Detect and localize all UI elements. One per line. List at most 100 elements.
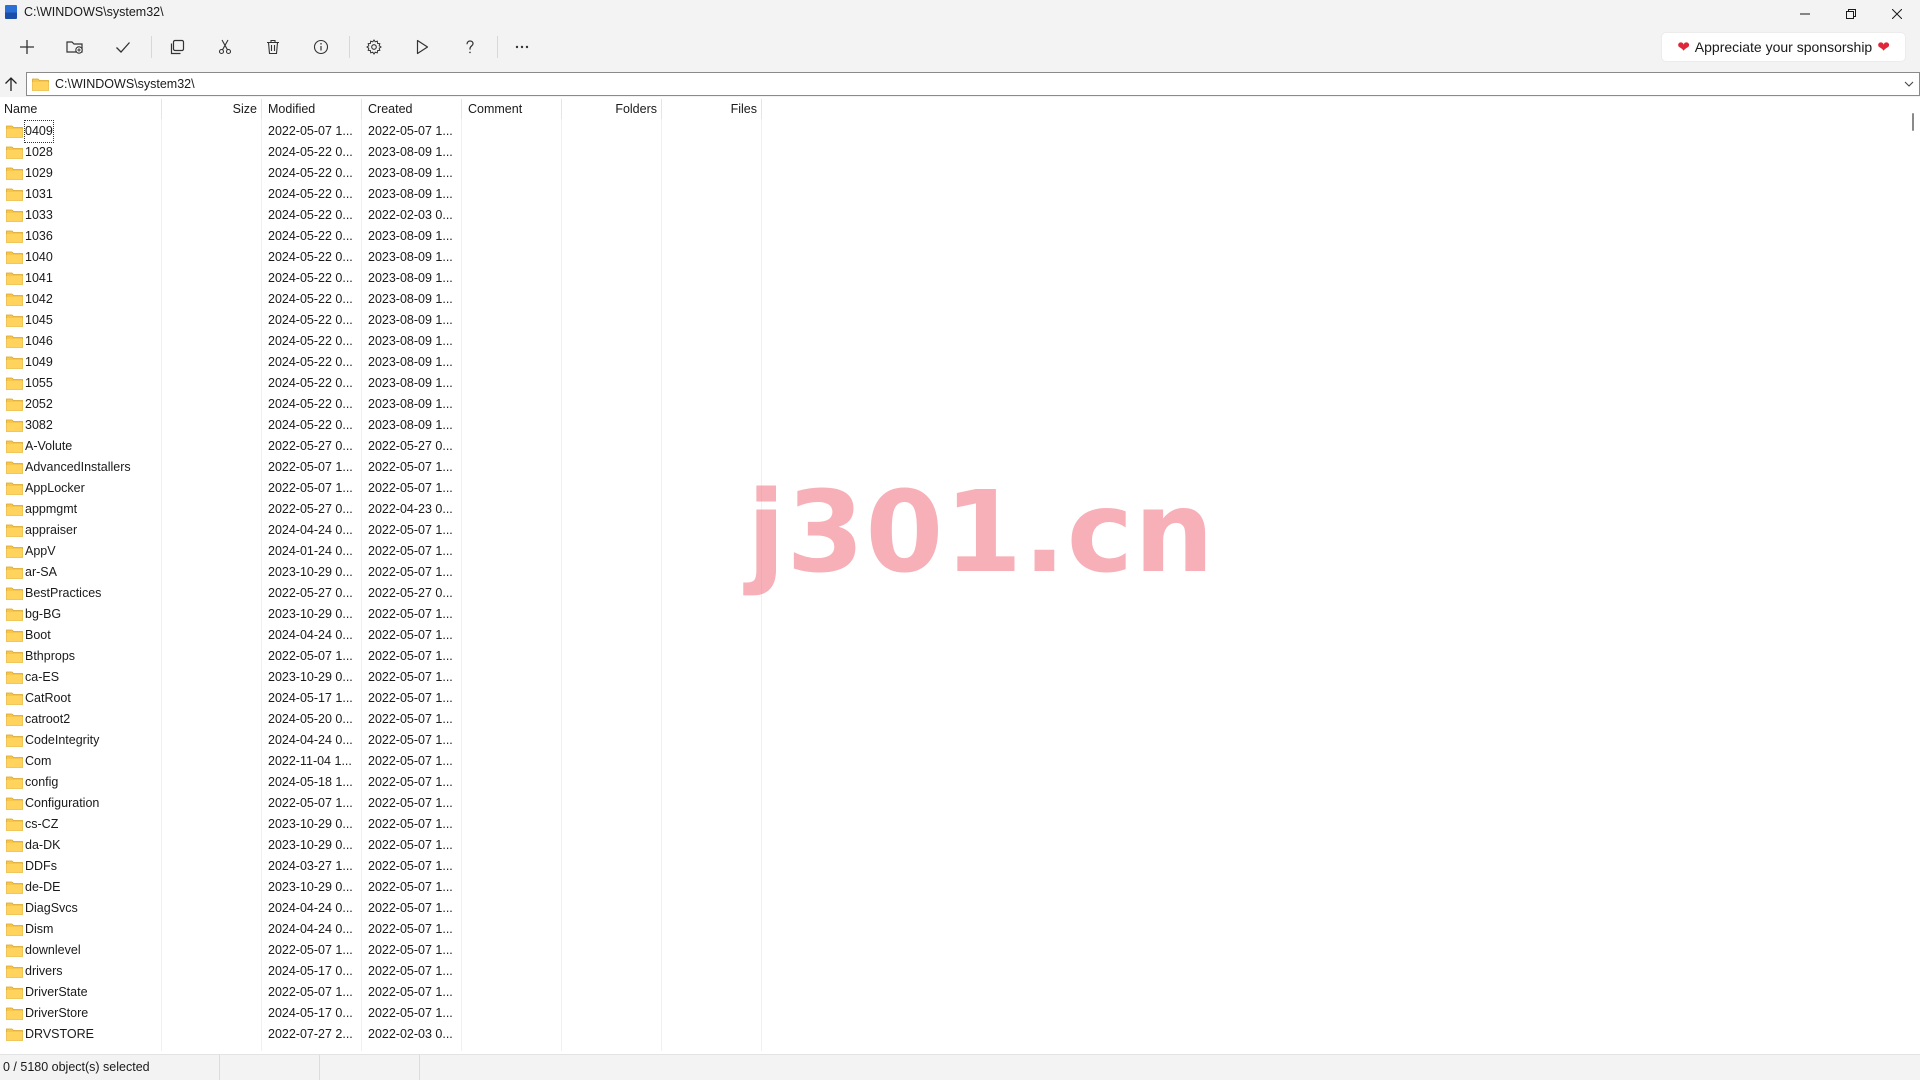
vertical-scrollbar[interactable] bbox=[1904, 97, 1920, 1051]
file-name: DRVSTORE bbox=[25, 1027, 95, 1041]
cut-button[interactable] bbox=[207, 31, 243, 63]
folder-icon bbox=[6, 881, 23, 894]
list-item[interactable]: Configuration 2022-05-07 1... 2022-05-07 1… bbox=[0, 793, 762, 814]
list-item[interactable]: DriverState 2022-05-07 1... 2022-05-07 1..… bbox=[0, 982, 762, 1003]
list-item[interactable]: catroot2 2024-05-20 0... 2022-05-07 1... bbox=[0, 709, 762, 730]
folder-icon bbox=[6, 188, 23, 201]
modified-date: 2024-05-22 0... bbox=[268, 376, 353, 390]
list-item[interactable]: da-DK 2023-10-29 0... 2022-05-07 1... bbox=[0, 835, 762, 856]
file-name: DriverStore bbox=[25, 1006, 89, 1020]
list-item-name-cell: bg-BG bbox=[6, 604, 61, 625]
list-item[interactable]: CodeIntegrity 2024-04-24 0... 2022-05-07 1… bbox=[0, 730, 762, 751]
created-date: 2022-05-07 1... bbox=[368, 880, 453, 894]
file-name: Dism bbox=[25, 922, 54, 936]
file-name: da-DK bbox=[25, 838, 61, 852]
file-name: A-Volute bbox=[25, 439, 73, 453]
modified-date: 2024-05-22 0... bbox=[268, 145, 353, 159]
list-item[interactable]: config 2024-05-18 1... 2022-05-07 1... bbox=[0, 772, 762, 793]
folder-icon bbox=[6, 839, 23, 852]
list-item[interactable]: de-DE 2023-10-29 0... 2022-05-07 1... bbox=[0, 877, 762, 898]
list-item[interactable]: 1031 2024-05-22 0... 2023-08-09 1... bbox=[0, 184, 762, 205]
sponsor-button[interactable]: ❤ Appreciate your sponsorship ❤ bbox=[1661, 32, 1906, 62]
column-comment[interactable]: Comment bbox=[462, 99, 562, 119]
list-item[interactable]: 1036 2024-05-22 0... 2023-08-09 1... bbox=[0, 226, 762, 247]
list-item[interactable]: 1046 2024-05-22 0... 2023-08-09 1... bbox=[0, 331, 762, 352]
scrollbar-thumb[interactable] bbox=[1912, 113, 1914, 131]
chevron-down-icon[interactable] bbox=[1903, 78, 1915, 90]
modified-date: 2024-04-24 0... bbox=[268, 523, 353, 537]
folder-icon bbox=[6, 524, 23, 537]
list-item-name-cell: ar-SA bbox=[6, 562, 57, 583]
list-item[interactable]: appraiser 2024-04-24 0... 2022-05-07 1... bbox=[0, 520, 762, 541]
list-item[interactable]: 1029 2024-05-22 0... 2023-08-09 1... bbox=[0, 163, 762, 184]
list-item-name-cell: Boot bbox=[6, 625, 51, 646]
file-name: DiagSvcs bbox=[25, 901, 78, 915]
list-item[interactable]: 1033 2024-05-22 0... 2022-02-03 0... bbox=[0, 205, 762, 226]
up-button[interactable] bbox=[0, 72, 22, 96]
list-item[interactable]: 1042 2024-05-22 0... 2023-08-09 1... bbox=[0, 289, 762, 310]
select-button[interactable] bbox=[105, 31, 141, 63]
created-date: 2022-05-07 1... bbox=[368, 901, 453, 915]
list-item[interactable]: ca-ES 2023-10-29 0... 2022-05-07 1... bbox=[0, 667, 762, 688]
list-item[interactable]: Boot 2024-04-24 0... 2022-05-07 1... bbox=[0, 625, 762, 646]
list-item[interactable]: AdvancedInstallers 2022-05-07 1... 2022-05… bbox=[0, 457, 762, 478]
list-item[interactable]: DriverStore 2024-05-17 0... 2022-05-07 1..… bbox=[0, 1003, 762, 1024]
folder-icon bbox=[6, 608, 23, 621]
column-created[interactable]: Created bbox=[362, 99, 462, 119]
list-item[interactable]: cs-CZ 2023-10-29 0... 2022-05-07 1... bbox=[0, 814, 762, 835]
list-item[interactable]: 1049 2024-05-22 0... 2023-08-09 1... bbox=[0, 352, 762, 373]
address-field[interactable]: C:\WINDOWS\system32\ bbox=[26, 72, 1920, 96]
list-item[interactable]: downlevel 2022-05-07 1... 2022-05-07 1... bbox=[0, 940, 762, 961]
list-item[interactable]: 1055 2024-05-22 0... 2023-08-09 1... bbox=[0, 373, 762, 394]
delete-button[interactable] bbox=[255, 31, 291, 63]
modified-date: 2024-05-17 0... bbox=[268, 964, 353, 978]
list-item[interactable]: 2052 2024-05-22 0... 2023-08-09 1... bbox=[0, 394, 762, 415]
new-folder-button[interactable] bbox=[57, 31, 93, 63]
list-item[interactable]: CatRoot 2024-05-17 1... 2022-05-07 1... bbox=[0, 688, 762, 709]
file-name: Boot bbox=[25, 628, 51, 642]
copy-button[interactable] bbox=[159, 31, 195, 63]
column-size[interactable]: Size bbox=[162, 99, 262, 119]
list-item[interactable]: 1028 2024-05-22 0... 2023-08-09 1... bbox=[0, 142, 762, 163]
list-item[interactable]: DDFs 2024-03-27 1... 2022-05-07 1... bbox=[0, 856, 762, 877]
modified-date: 2024-05-17 0... bbox=[268, 1006, 353, 1020]
modified-date: 2024-04-24 0... bbox=[268, 733, 353, 747]
list-item[interactable]: ar-SA 2023-10-29 0... 2022-05-07 1... bbox=[0, 562, 762, 583]
run-button[interactable] bbox=[404, 31, 440, 63]
settings-button[interactable] bbox=[356, 31, 392, 63]
list-item[interactable]: 1045 2024-05-22 0... 2023-08-09 1... bbox=[0, 310, 762, 331]
properties-button[interactable] bbox=[303, 31, 339, 63]
list-item-name-cell: 1036 bbox=[6, 226, 53, 247]
plus-icon bbox=[20, 40, 34, 54]
help-button[interactable] bbox=[452, 31, 488, 63]
list-item[interactable]: BestPractices 2022-05-27 0... 2022-05-27 0… bbox=[0, 583, 762, 604]
list-item[interactable]: DiagSvcs 2024-04-24 0... 2022-05-07 1... bbox=[0, 898, 762, 919]
restore-icon bbox=[1846, 9, 1856, 19]
list-item[interactable]: bg-BG 2023-10-29 0... 2022-05-07 1... bbox=[0, 604, 762, 625]
list-item[interactable]: drivers 2024-05-17 0... 2022-05-07 1... bbox=[0, 961, 762, 982]
list-item[interactable]: AppV 2024-01-24 0... 2022-05-07 1... bbox=[0, 541, 762, 562]
list-item[interactable]: Com 2022-11-04 1... 2022-05-07 1... bbox=[0, 751, 762, 772]
more-button[interactable] bbox=[504, 31, 540, 63]
list-item[interactable]: AppLocker 2022-05-07 1... 2022-05-07 1... bbox=[0, 478, 762, 499]
list-item[interactable]: DRVSTORE 2022-07-27 2... 2022-02-03 0... bbox=[0, 1024, 762, 1045]
column-files[interactable]: Files bbox=[662, 99, 762, 119]
column-modified[interactable]: Modified bbox=[262, 99, 362, 119]
modified-date: 2024-05-20 0... bbox=[268, 712, 353, 726]
list-item[interactable]: A-Volute 2022-05-27 0... 2022-05-27 0... bbox=[0, 436, 762, 457]
list-item[interactable]: 1041 2024-05-22 0... 2023-08-09 1... bbox=[0, 268, 762, 289]
list-item[interactable]: Dism 2024-04-24 0... 2022-05-07 1... bbox=[0, 919, 762, 940]
list-item[interactable]: 3082 2024-05-22 0... 2023-08-09 1... bbox=[0, 415, 762, 436]
window-title: C:\WINDOWS\system32\ bbox=[24, 5, 164, 19]
list-item[interactable]: appmgmt 2022-05-27 0... 2022-04-23 0... bbox=[0, 499, 762, 520]
list-item[interactable]: Bthprops 2022-05-07 1... 2022-05-07 1... bbox=[0, 646, 762, 667]
created-date: 2022-05-27 0... bbox=[368, 586, 453, 600]
list-item[interactable]: 0409 2022-05-07 1... 2022-05-07 1... bbox=[0, 120, 762, 143]
list-item[interactable]: 1040 2024-05-22 0... 2023-08-09 1... bbox=[0, 247, 762, 268]
column-header: Name Size Modified Created Comment Folde… bbox=[0, 99, 762, 119]
new-button[interactable] bbox=[9, 31, 45, 63]
column-folders[interactable]: Folders bbox=[562, 99, 662, 119]
modified-date: 2022-05-07 1... bbox=[268, 649, 353, 663]
column-name[interactable]: Name bbox=[0, 99, 162, 119]
created-date: 2022-05-07 1... bbox=[368, 838, 453, 852]
